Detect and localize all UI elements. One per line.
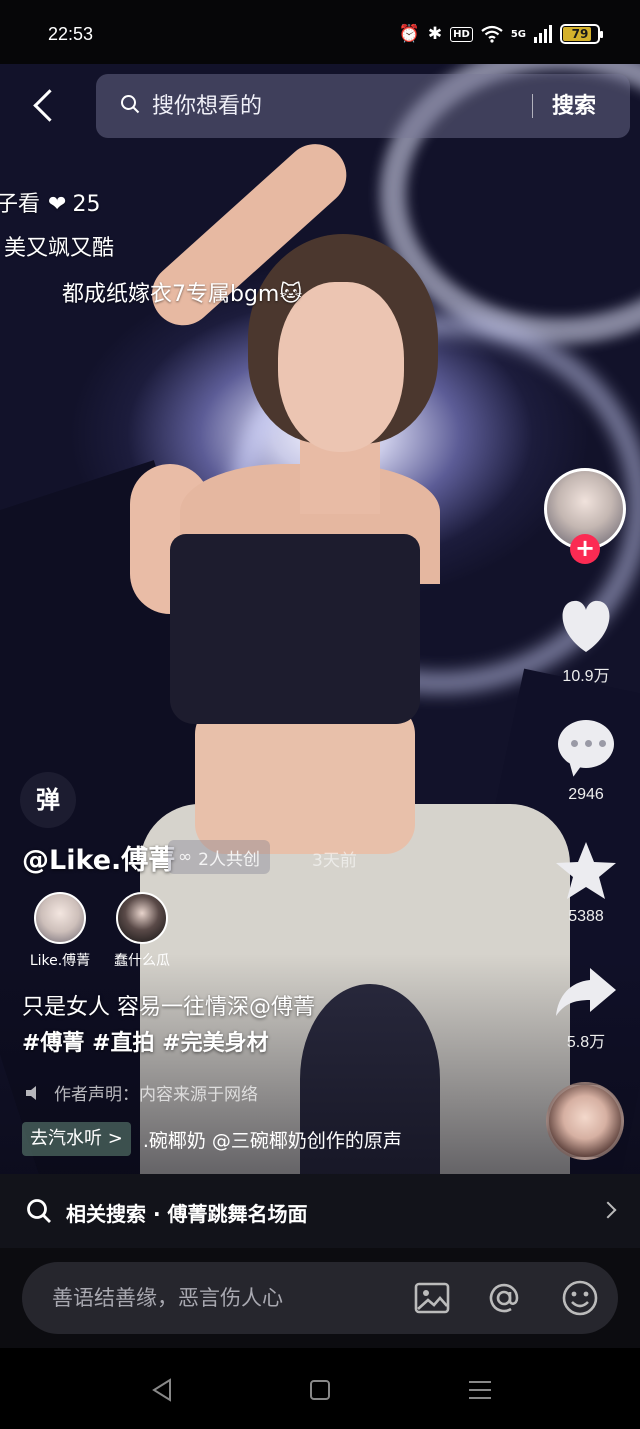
status-icons: ⏰ ✱ HD 5G 79 (398, 24, 603, 44)
comment-count: 2946 (568, 786, 604, 803)
co-creation-tag[interactable]: ∞ 2人共创 (168, 840, 270, 874)
back-triangle-icon[interactable] (148, 1376, 176, 1404)
share-arrow-icon[interactable] (546, 962, 626, 1020)
coauthor-label: 蠢什么瓜 (114, 953, 170, 969)
coauthor-label: Like.傅菁 (29, 953, 91, 969)
co-creation-icon: ∞ (178, 847, 193, 867)
comment-input[interactable] (52, 1282, 392, 1314)
network-type-label: 5G (510, 28, 526, 40)
danmaku-toggle-button[interactable]: 弹 (20, 772, 76, 828)
chevron-right-icon (599, 1201, 617, 1219)
share-count: 5.8万 (566, 1034, 606, 1051)
post-time: 3天前 (312, 851, 357, 871)
comment-bar (0, 1248, 640, 1348)
danmaku-comment: 子看 ❤ 25 (0, 186, 100, 218)
music-title[interactable]: .碗椰奶 @三碗椰奶创作的原声 (143, 1126, 402, 1153)
coauthor-item[interactable]: 蠢什么瓜 (100, 892, 184, 970)
author-declaration: 作者声明：内容来源于网络 (24, 1080, 258, 1105)
wifi-icon (481, 25, 503, 43)
related-search-bar[interactable]: 相关搜索 · 傅菁跳舞名场面 (0, 1174, 640, 1248)
recents-menu-icon[interactable] (466, 1376, 494, 1404)
favorite-star-icon[interactable] (546, 840, 626, 902)
author-name[interactable]: @Like.傅菁 (22, 838, 175, 877)
search-divider (532, 94, 533, 118)
danmaku-text: 子看 (0, 192, 41, 217)
danmaku-comment: 美又飒又酷 (4, 236, 115, 261)
related-search-text: 相关搜索 · 傅菁跳舞名场面 (66, 1202, 308, 1226)
comment-icon[interactable] (558, 720, 614, 768)
alarm-icon: ⏰ (398, 24, 420, 44)
search-input[interactable] (152, 89, 512, 123)
music-row[interactable]: 去汽水听 > .碗椰奶 @三碗椰奶创作的原声 (22, 1122, 402, 1156)
caption-hashtags[interactable]: #傅菁 #直拍 #完美身材 (22, 1026, 315, 1062)
coauthor-item[interactable]: Like.傅菁 (18, 892, 102, 970)
danmaku-like-count: 25 (72, 192, 101, 217)
caption-text: 只是女人 容易一往情深@傅菁 (22, 995, 315, 1020)
status-time: 22:53 (48, 24, 94, 44)
listen-in-qishui-button[interactable]: 去汽水听 > (22, 1122, 131, 1156)
image-icon[interactable] (412, 1278, 452, 1318)
search-icon (121, 95, 140, 114)
battery-icon: 79 (560, 24, 603, 44)
search-button[interactable]: 搜索 (552, 88, 596, 120)
signal-icon (534, 25, 552, 43)
like-heart-icon[interactable] (546, 596, 626, 656)
declaration-text: 作者声明：内容来源于网络 (54, 1085, 258, 1105)
battery-level-text: 79 (571, 27, 589, 41)
back-button[interactable] (28, 86, 64, 126)
co-creation-label: 2人共创 (198, 849, 260, 870)
speaker-icon (26, 1085, 36, 1100)
system-nav-bar (0, 1348, 640, 1429)
home-square-icon[interactable] (306, 1376, 334, 1404)
coauthor-avatar (34, 892, 86, 944)
status-bar: 22:53 ⏰ ✱ HD 5G 79 (0, 0, 640, 64)
comment-box[interactable] (22, 1262, 618, 1334)
emoji-icon[interactable] (560, 1278, 600, 1318)
coauthor-avatar (116, 892, 168, 944)
music-disc[interactable] (546, 1082, 624, 1160)
favorite-count: 5388 (568, 908, 604, 925)
hd-icon: HD (450, 26, 473, 42)
search-icon (27, 1199, 51, 1223)
video-caption[interactable]: 只是女人 容易一往情深@傅菁 #傅菁 #直拍 #完美身材 (22, 990, 315, 1062)
danmaku-comment: 都成纸嫁衣7专属bgm🐱 (62, 282, 303, 307)
mention-icon[interactable] (484, 1278, 524, 1318)
follow-button[interactable]: + (570, 534, 600, 564)
search-bar[interactable]: 搜索 (96, 74, 630, 138)
like-count: 10.9万 (562, 668, 610, 685)
bluetooth-icon: ✱ (427, 24, 443, 44)
heart-icon: ❤ (48, 192, 67, 217)
